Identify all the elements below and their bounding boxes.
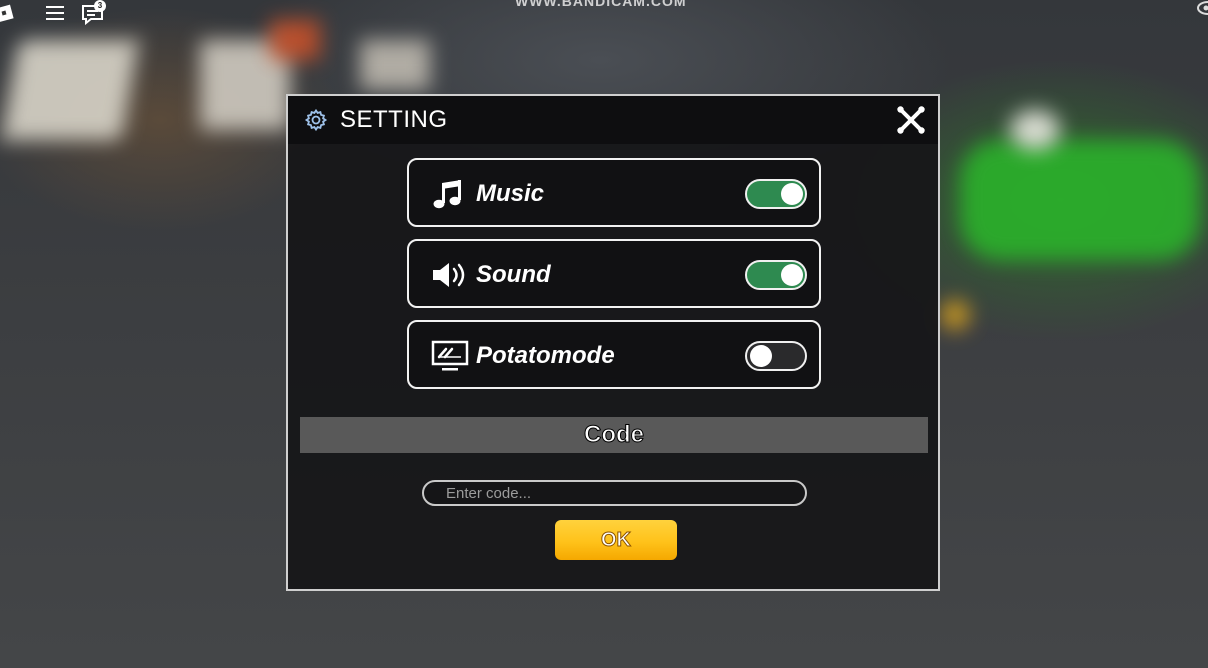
toggle-knob: [781, 264, 803, 286]
chat-notification-badge: 3: [94, 0, 106, 12]
close-icon[interactable]: [897, 106, 925, 134]
music-toggle[interactable]: [745, 179, 807, 209]
setting-label-sound: Sound: [476, 261, 551, 288]
roblox-topbar: 3: [0, 0, 140, 28]
music-note-icon: [433, 180, 461, 209]
sound-toggle[interactable]: [745, 260, 807, 290]
settings-header: SETTING: [288, 96, 938, 144]
setting-row-sound[interactable]: Sound: [407, 239, 821, 308]
roblox-logo-icon[interactable]: [0, 2, 20, 22]
gear-icon: [304, 108, 328, 132]
settings-dialog: SETTING Music Sound Potatomode Code Ente…: [286, 94, 940, 591]
toggle-knob: [781, 183, 803, 205]
potatomode-toggle[interactable]: [745, 341, 807, 371]
setting-label-potatomode: Potatomode: [476, 342, 615, 369]
code-section-header: Code: [300, 417, 928, 453]
monitor-icon: [431, 340, 469, 371]
recording-watermark: WWW.BANDICAM.COM: [515, 0, 687, 9]
hamburger-menu-icon[interactable]: [44, 2, 66, 24]
eye-icon[interactable]: [1194, 0, 1208, 16]
code-heading: Code: [584, 421, 645, 449]
ok-button[interactable]: OK: [555, 520, 677, 560]
settings-title: SETTING: [340, 106, 448, 133]
setting-row-music[interactable]: Music: [407, 158, 821, 227]
setting-label-music: Music: [476, 180, 545, 207]
code-input[interactable]: [422, 480, 807, 506]
setting-row-potatomode[interactable]: Potatomode: [407, 320, 821, 389]
speaker-icon: [433, 263, 465, 287]
toggle-knob: [750, 345, 772, 367]
